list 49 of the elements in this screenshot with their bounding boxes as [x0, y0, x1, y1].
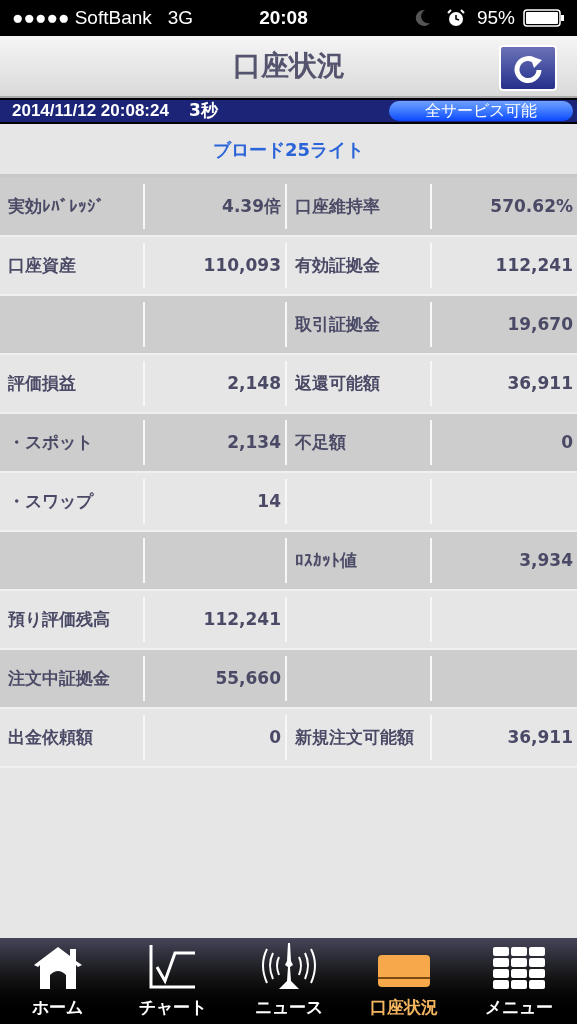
- tab-item[interactable]: ホーム: [0, 938, 116, 1024]
- field-label: 出金依頼額: [8, 725, 93, 749]
- field-value: 570.62%: [490, 194, 573, 218]
- field-value: 36,911: [507, 725, 573, 749]
- field-label: 注文中証拠金: [8, 666, 110, 690]
- tab-item[interactable]: 口座状況: [346, 938, 462, 1024]
- field-value: 0: [561, 430, 573, 454]
- field-value: 2,148: [227, 371, 281, 395]
- tab-item[interactable]: チャート: [115, 938, 231, 1024]
- course-name: ブロード25ライト: [212, 137, 365, 162]
- clock-label: 20:08: [259, 5, 308, 30]
- field-label: 実効ﾚﾊﾞﾚｯｼﾞ: [8, 194, 105, 218]
- field-label: 返還可能額: [295, 371, 380, 395]
- field-value: 19,670: [507, 312, 573, 336]
- field-value: 0: [269, 725, 281, 749]
- battery-percent: 95%: [476, 5, 515, 30]
- battery-icon: [523, 8, 565, 28]
- field-value: 3,934: [519, 548, 573, 572]
- field-label: ・スポット: [8, 430, 93, 454]
- screen-title: 口座状況: [232, 48, 345, 84]
- field-label: 口座維持率: [295, 194, 380, 218]
- field-label: 不足額: [295, 430, 346, 454]
- field-value: 112,241: [203, 607, 281, 631]
- tab-item[interactable]: メニュー: [461, 938, 577, 1024]
- field-label: 新規注文可能額: [295, 725, 414, 749]
- service-status-badge: 全サービス可能: [389, 101, 573, 121]
- field-label: ﾛｽｶｯﾄ値: [295, 548, 357, 572]
- field-value: 4.39倍: [222, 194, 281, 218]
- field-value: 112,241: [495, 253, 573, 277]
- field-value: 14: [257, 489, 281, 513]
- update-interval: 3秒: [188, 99, 218, 123]
- field-label: 有効証拠金: [295, 253, 380, 277]
- field-value: 2,134: [227, 430, 281, 454]
- network-label: 3G: [167, 5, 194, 30]
- tab-item[interactable]: ニュース: [230, 938, 347, 1024]
- carrier-label: ●●●●● SoftBank: [12, 5, 152, 30]
- refresh-button[interactable]: [499, 45, 557, 91]
- field-value: 36,911: [507, 371, 573, 395]
- field-label: 口座資産: [8, 253, 76, 277]
- grid-menu-icon: [491, 944, 548, 991]
- field-value: 55,660: [215, 666, 281, 690]
- alarm-clock-icon: [446, 9, 465, 27]
- field-label: 評価損益: [8, 371, 76, 395]
- update-datetime: 2014/11/12 20:08:24: [12, 100, 169, 123]
- moon-icon: [414, 9, 431, 27]
- field-label: 取引証拠金: [295, 312, 380, 336]
- field-value: 110,093: [203, 253, 281, 277]
- field-label: ・スワップ: [8, 489, 93, 513]
- field-label: 預り評価残高: [8, 607, 110, 631]
